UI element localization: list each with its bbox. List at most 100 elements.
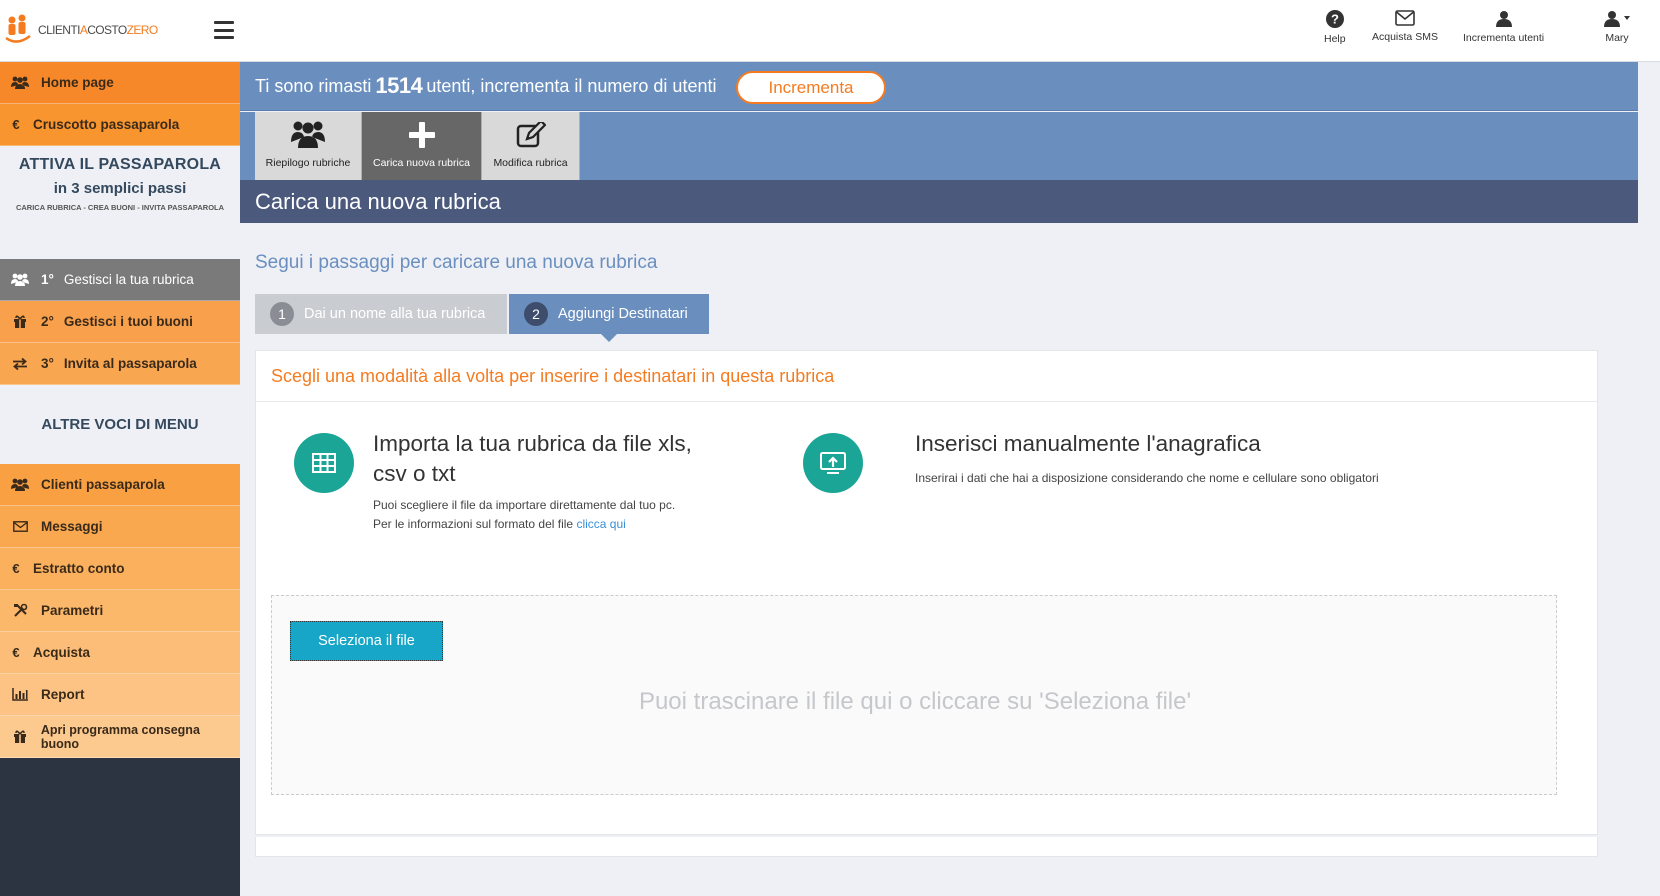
remaining-users-count: 1514 xyxy=(375,73,423,98)
sidebar-item-label: Cruscotto passaparola xyxy=(33,117,180,132)
users-icon xyxy=(9,273,31,286)
menu-toggle-button[interactable] xyxy=(214,21,234,39)
page-title: Carica una nuova rubrica xyxy=(240,180,1638,223)
help-label: Help xyxy=(1324,33,1346,45)
bar-chart-icon xyxy=(9,688,31,701)
format-info-link[interactable]: clicca qui xyxy=(576,517,625,531)
wizard-step-number: 2 xyxy=(524,302,548,326)
user-name-label: Mary xyxy=(1605,32,1629,44)
banner-text-before: Ti sono rimasti xyxy=(255,75,372,96)
import-desc-line1: Puoi scegliere il file da importare dire… xyxy=(373,498,676,512)
user-dropdown-icon xyxy=(1604,11,1630,27)
import-desc-line2: Per le informazioni sul formato del file xyxy=(373,517,574,531)
users-remaining-banner: Ti sono rimasti 1514 utenti, incrementa … xyxy=(240,62,1638,111)
exchange-icon xyxy=(9,357,31,370)
wizard-step-1[interactable]: 1 Dai un nome alla tua rubrica xyxy=(255,294,507,334)
tab-label: Modifica rubrica xyxy=(493,157,568,169)
attiva-steps-line: CARICA RUBRICA - CREA BUONI - INVITA PAS… xyxy=(15,203,225,212)
gift-icon xyxy=(9,730,31,743)
sidebar-item-label: Acquista xyxy=(33,645,91,660)
select-file-button[interactable]: Seleziona il file xyxy=(290,621,443,661)
page-subtitle: Segui i passaggi per caricare una nuova … xyxy=(255,252,658,273)
user-icon xyxy=(1495,11,1512,27)
incrementa-utenti-button[interactable]: Incrementa utenti xyxy=(1463,10,1544,44)
sidebar-item-label: Parametri xyxy=(41,603,104,618)
manual-entry-description: Inserirai i dati che hai a disposizione … xyxy=(915,471,1379,485)
card-heading: Scegli una modalità alla volta per inser… xyxy=(256,351,1597,402)
page-scrollbar[interactable] xyxy=(1640,62,1660,896)
plus-icon xyxy=(408,122,435,148)
sidebar-item-apri-programma[interactable]: Apri programma consegna buono xyxy=(0,716,240,758)
euro-icon: € xyxy=(12,561,20,576)
tab-riepilogo-rubriche[interactable]: Riepilogo rubriche xyxy=(255,112,362,180)
tab-label: Carica nuova rubrica xyxy=(373,157,470,169)
sidebar-item-label: Apri programma consegna buono xyxy=(40,722,200,751)
sidebar: Home page € Cruscotto passaparola ATTIVA… xyxy=(0,62,240,896)
sidebar-item-home[interactable]: Home page xyxy=(0,62,240,104)
file-dropzone[interactable]: Seleziona il file Puoi trascinare il fil… xyxy=(271,595,1557,795)
sidebar-item-label: Gestisci la tua rubrica xyxy=(63,272,194,287)
manual-entry-option[interactable] xyxy=(803,433,863,493)
import-title-line1: Importa la tua rubrica da file xls, xyxy=(373,431,692,456)
manual-entry-title: Inserisci manualmente l'anagrafica xyxy=(915,431,1261,456)
sidebar-item-step2[interactable]: 2° Gestisci i tuoi buoni xyxy=(0,301,240,343)
sidebar-item-estratto-conto[interactable]: € Estratto conto xyxy=(0,548,240,590)
top-bar: CLIENTIACOSTOZERO ? Help Acquista SMS In… xyxy=(0,0,1660,62)
gift-icon xyxy=(9,315,31,328)
sidebar-item-label: Report xyxy=(41,687,85,702)
sidebar-item-cruscotto[interactable]: € Cruscotto passaparola xyxy=(0,104,240,146)
wizard-step-label: Dai un nome alla tua rubrica xyxy=(304,306,486,322)
sidebar-item-messaggi[interactable]: Messaggi xyxy=(0,506,240,548)
dropzone-hint: Puoi trascinare il file qui o cliccare s… xyxy=(638,688,1192,715)
users-icon xyxy=(9,478,31,491)
euro-icon: € xyxy=(12,117,20,132)
sidebar-item-acquista[interactable]: € Acquista xyxy=(0,632,240,674)
edit-icon xyxy=(516,122,546,148)
logo-text: CLIENTIACOSTOZERO xyxy=(38,23,158,37)
attiva-title: ATTIVA IL PASSAPAROLA xyxy=(18,156,222,173)
wizard-step-2[interactable]: 2 Aggiungi Destinatari xyxy=(509,294,709,342)
wizard-step-number: 1 xyxy=(270,302,294,326)
attiva-passaparola-heading: ATTIVA IL PASSAPAROLA in 3 semplici pass… xyxy=(0,146,240,259)
attiva-subtitle: in 3 semplici passi xyxy=(53,180,187,197)
import-description: Puoi scegliere il file da importare dire… xyxy=(373,496,675,534)
envelope-icon xyxy=(9,521,31,532)
rubrica-tabs: Riepilogo rubriche Carica nuova rubrica … xyxy=(240,112,1638,180)
sidebar-item-label: Clienti passaparola xyxy=(41,477,165,492)
wizard-step-label: Aggiungi Destinatari xyxy=(558,306,688,322)
sidebar-item-label: Messaggi xyxy=(41,519,103,534)
sidebar-item-report[interactable]: Report xyxy=(0,674,240,716)
tab-carica-nuova-rubrica[interactable]: Carica nuova rubrica xyxy=(362,112,482,180)
question-circle-icon: ? xyxy=(1325,10,1344,28)
users-icon xyxy=(9,76,31,89)
import-file-option[interactable] xyxy=(294,433,354,493)
main-content: Ti sono rimasti 1514 utenti, incrementa … xyxy=(240,62,1640,896)
sidebar-item-label: Invita al passaparola xyxy=(63,356,197,371)
logo[interactable]: CLIENTIACOSTOZERO xyxy=(4,14,158,46)
banner-text-after: utenti, incrementa il numero di utenti xyxy=(426,75,717,96)
users-icon xyxy=(291,121,325,148)
import-title: Importa la tua rubrica da file xls, csv … xyxy=(373,429,692,489)
incrementa-button[interactable]: Incrementa xyxy=(736,71,886,104)
import-title-line2: csv o txt xyxy=(373,461,456,486)
tab-modifica-rubrica[interactable]: Modifica rubrica xyxy=(482,112,580,180)
sidebar-item-step1[interactable]: 1° Gestisci la tua rubrica xyxy=(0,259,240,301)
sidebar-item-clienti-passaparola[interactable]: Clienti passaparola xyxy=(0,464,240,506)
wrench-icon xyxy=(9,603,31,618)
logo-people-icon xyxy=(4,14,32,46)
destinatari-card: Scegli una modalità alla volta per inser… xyxy=(255,350,1598,835)
acquista-sms-button[interactable]: Acquista SMS xyxy=(1372,10,1438,43)
user-menu-button[interactable]: Mary xyxy=(1602,10,1632,44)
sidebar-item-label: Home page xyxy=(41,75,114,90)
sidebar-item-parametri[interactable]: Parametri xyxy=(0,590,240,632)
sidebar-item-step3[interactable]: 3° Invita al passaparola xyxy=(0,343,240,385)
help-button[interactable]: ? Help xyxy=(1324,10,1346,45)
card-footer xyxy=(255,837,1598,857)
step-number: 3° xyxy=(41,356,54,371)
svg-text:?: ? xyxy=(1331,12,1339,27)
euro-icon: € xyxy=(12,645,20,660)
sidebar-item-label: Estratto conto xyxy=(33,561,125,576)
sidebar-item-label: Gestisci i tuoi buoni xyxy=(63,314,193,329)
tab-label: Riepilogo rubriche xyxy=(265,157,351,169)
envelope-icon xyxy=(1395,10,1415,26)
